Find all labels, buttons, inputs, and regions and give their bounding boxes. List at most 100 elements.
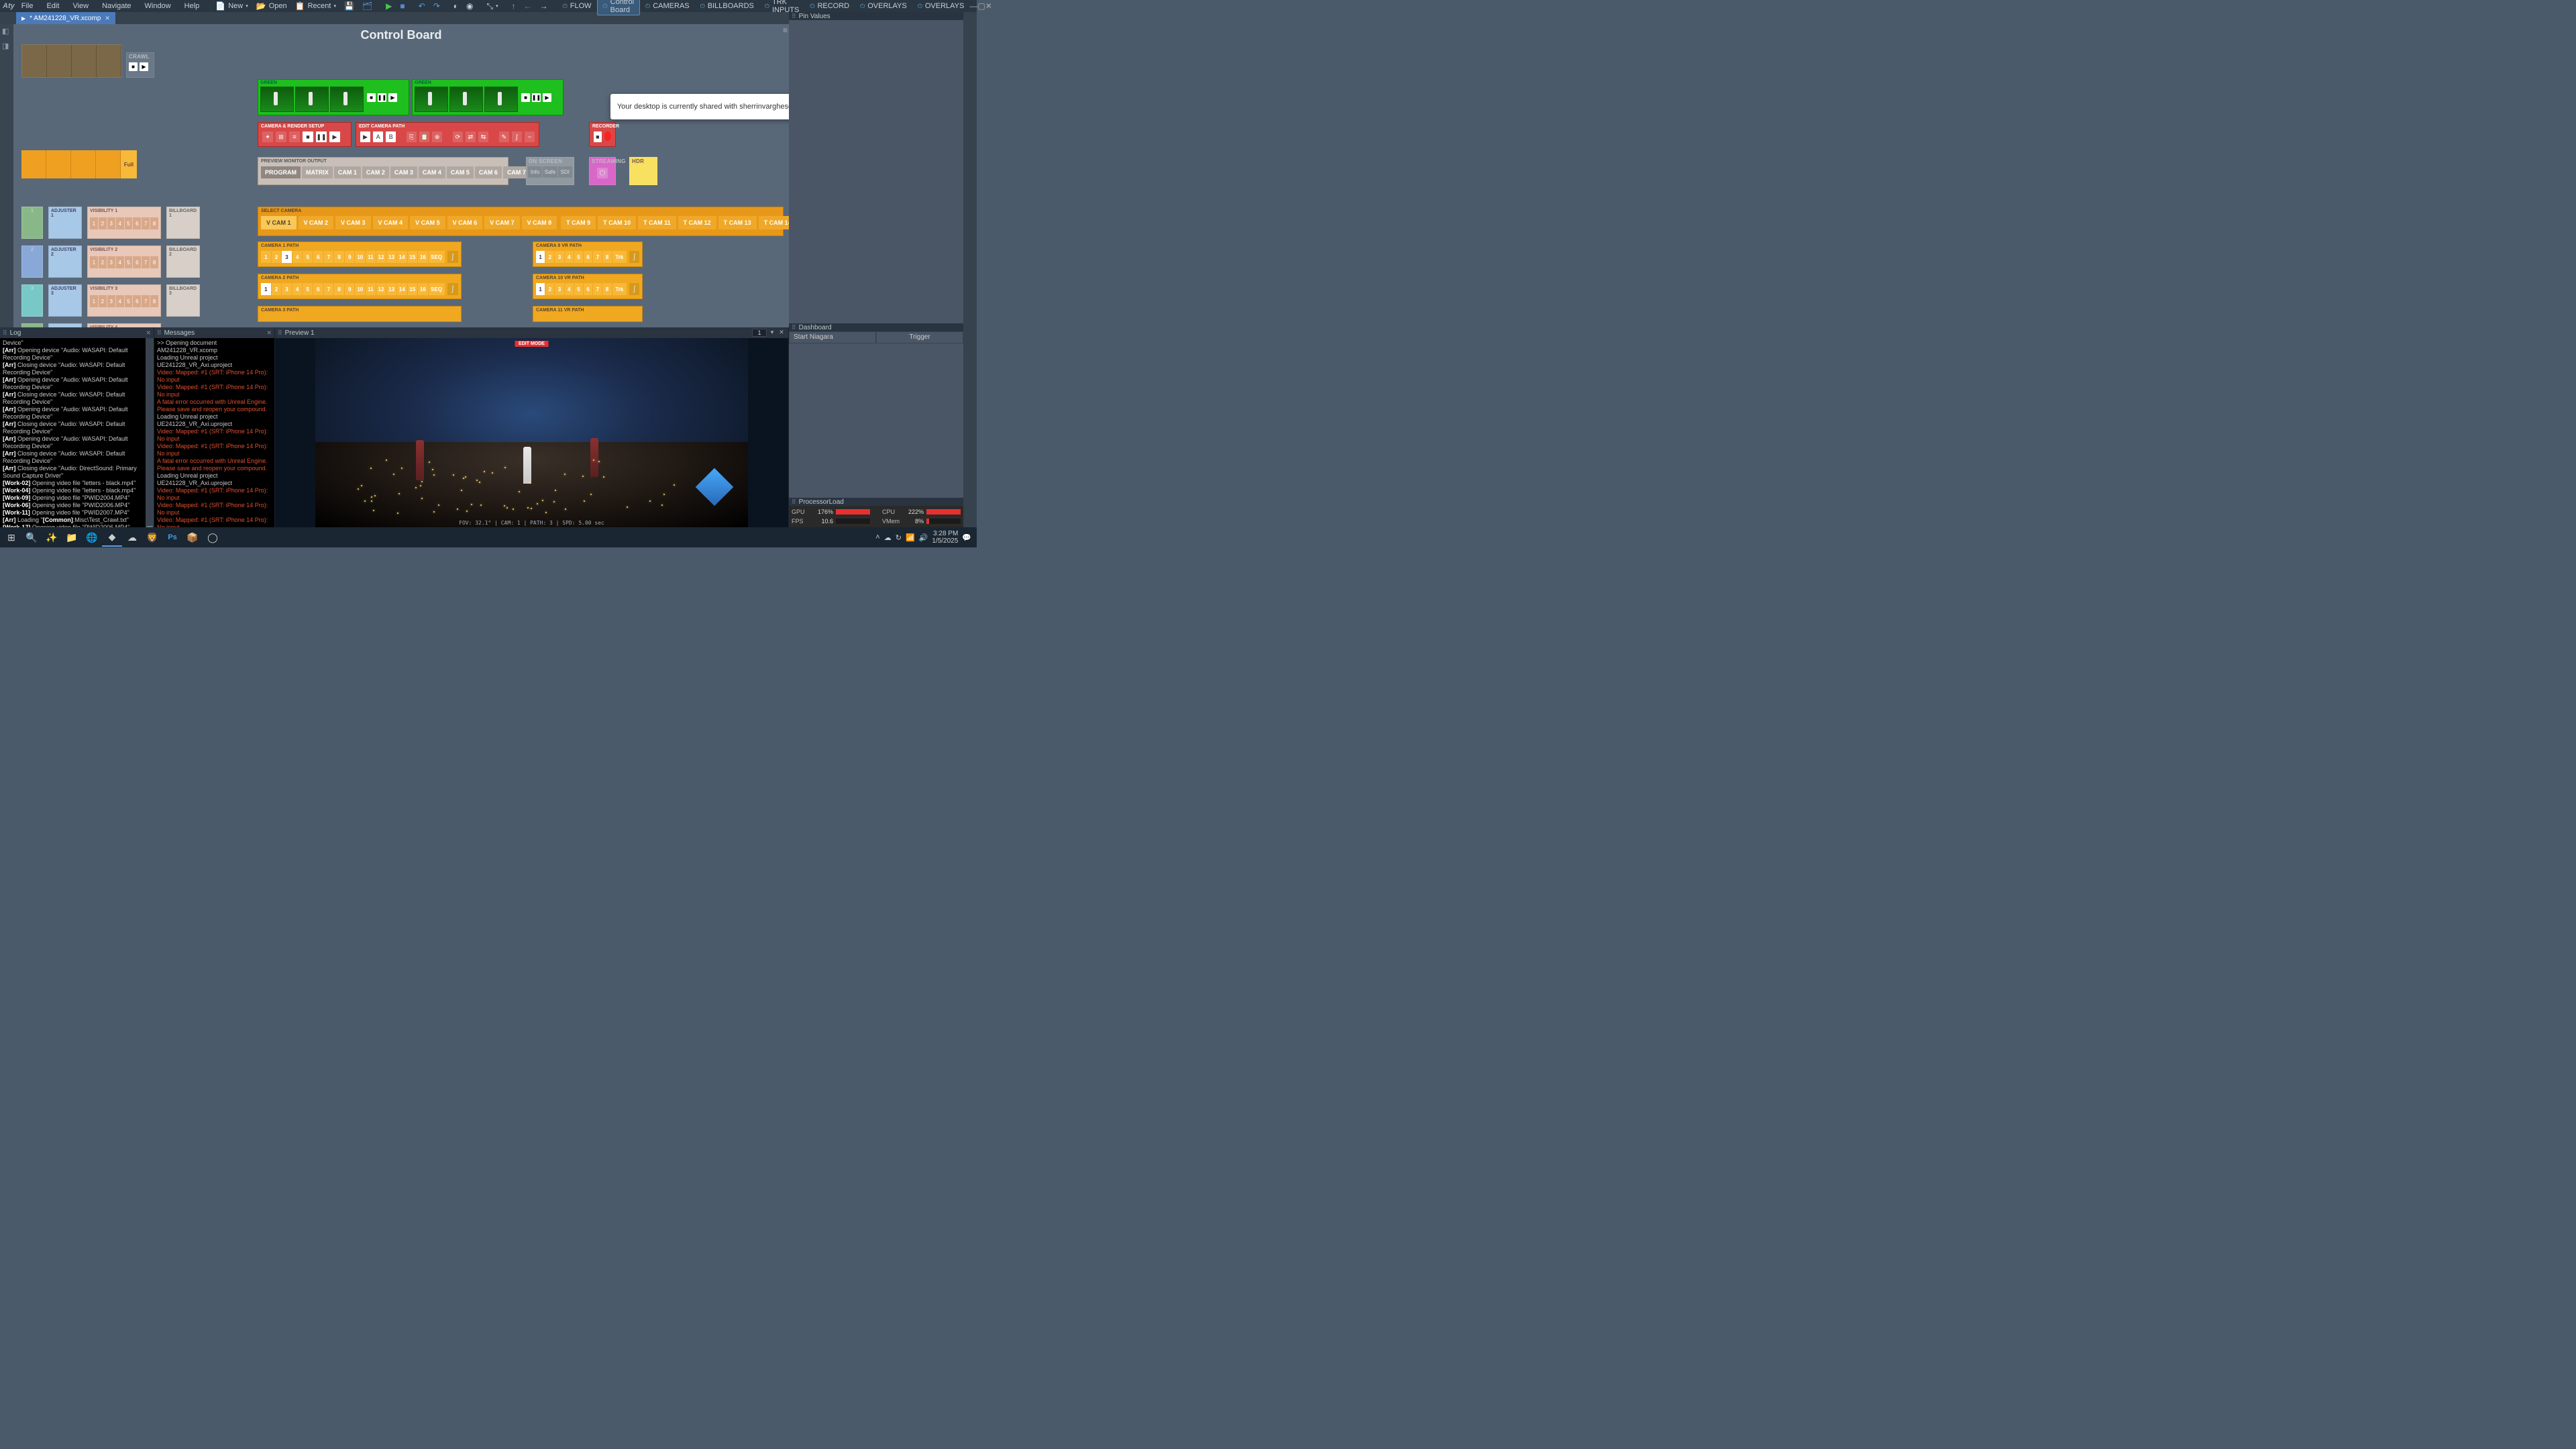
menu-navigate[interactable]: Navigate bbox=[95, 2, 138, 10]
tray-wifi[interactable]: 📶 bbox=[906, 533, 915, 542]
edit-delete[interactable]: ⊗ bbox=[432, 131, 442, 142]
window-minimize[interactable]: — bbox=[969, 1, 977, 11]
tool-save[interactable]: 💾 bbox=[340, 1, 358, 11]
menu-window[interactable]: Window bbox=[138, 2, 178, 10]
tool-save-all[interactable]: 🗂 bbox=[358, 1, 376, 11]
rec-stop[interactable]: ■ bbox=[594, 131, 602, 142]
path-7[interactable]: 7 bbox=[593, 251, 602, 263]
vis-num-2[interactable]: 2 bbox=[99, 256, 107, 268]
brown-slot[interactable] bbox=[22, 45, 47, 77]
path-6[interactable]: 6 bbox=[584, 283, 592, 295]
menu-view[interactable]: View bbox=[66, 2, 95, 10]
adj-a[interactable]: 1 bbox=[21, 207, 43, 239]
full-slot[interactable] bbox=[96, 150, 121, 178]
preview-dropdown[interactable]: ▾ bbox=[768, 329, 776, 337]
tab-billboards[interactable]: ⏻BILLBOARDS bbox=[695, 1, 759, 11]
trigger-button[interactable]: Trigger bbox=[876, 331, 963, 343]
path-4[interactable]: 4 bbox=[292, 251, 303, 263]
tool-misc1[interactable]: ◐ bbox=[449, 1, 462, 11]
path-5[interactable]: 5 bbox=[303, 283, 313, 295]
log-header[interactable]: ⠿Log✕ bbox=[0, 327, 154, 338]
chrome-icon[interactable]: 🌐 bbox=[82, 528, 102, 547]
path-curve-icon[interactable]: ∫ bbox=[447, 251, 458, 263]
path-9[interactable]: 9 bbox=[345, 251, 355, 263]
cam-tool-1[interactable]: ✦ bbox=[262, 131, 273, 142]
path-11[interactable]: 11 bbox=[366, 251, 376, 263]
vis-num-5[interactable]: 5 bbox=[125, 217, 133, 229]
billboard-3[interactable]: BILLBOARD 3 bbox=[166, 284, 200, 317]
tool-nav-back[interactable]: ← bbox=[520, 1, 536, 11]
search-button[interactable]: 🔍 bbox=[21, 528, 42, 547]
edit-curve-1[interactable]: ∫ bbox=[512, 131, 522, 142]
tool-play[interactable]: ▶ bbox=[382, 1, 396, 11]
green-play[interactable]: ▶ bbox=[543, 93, 551, 102]
preview-index[interactable] bbox=[752, 329, 767, 337]
pm-cam-2[interactable]: CAM 2 bbox=[362, 166, 389, 178]
billboard-2[interactable]: BILLBOARD 2 bbox=[166, 246, 200, 278]
window-close[interactable]: ✕ bbox=[985, 1, 992, 11]
vis-num-7[interactable]: 7 bbox=[142, 217, 150, 229]
log-body[interactable]: Device"[Arr] Opening device "Audio: WASA… bbox=[0, 338, 146, 547]
pm-cam-4[interactable]: CAM 4 bbox=[419, 166, 445, 178]
tray-chevron[interactable]: ˄ bbox=[875, 533, 879, 541]
adjuster-2[interactable]: ADJUSTER 2 bbox=[48, 246, 82, 278]
preview-header[interactable]: ⠿ Preview 1 ▾ ✕ bbox=[275, 327, 788, 338]
path-4[interactable]: 4 bbox=[565, 283, 574, 295]
vis-num-3[interactable]: 3 bbox=[107, 217, 115, 229]
path-6[interactable]: 6 bbox=[313, 251, 323, 263]
tcam-13[interactable]: T CAM 13 bbox=[718, 216, 757, 229]
menu-edit[interactable]: Edit bbox=[40, 2, 66, 10]
path-8[interactable]: 8 bbox=[334, 251, 344, 263]
tab-cameras[interactable]: ⏻CAMERAS bbox=[640, 1, 695, 11]
window-maximize[interactable]: ▢ bbox=[977, 1, 985, 11]
path-5[interactable]: 5 bbox=[574, 251, 583, 263]
vis-num-2[interactable]: 2 bbox=[99, 295, 107, 307]
document-tab[interactable]: ▶ * AM241228_VR.xcomp ✕ bbox=[16, 12, 115, 24]
vis-num-6[interactable]: 6 bbox=[133, 217, 141, 229]
vis-num-6[interactable]: 6 bbox=[133, 256, 141, 268]
tool-open[interactable]: 📂Open bbox=[252, 1, 291, 11]
path-16[interactable]: 16 bbox=[418, 283, 428, 295]
path-4[interactable]: 4 bbox=[565, 251, 574, 263]
app-icon-1[interactable]: ◆ bbox=[102, 528, 122, 547]
path-trk[interactable]: Trk bbox=[612, 283, 627, 295]
tab-control-board[interactable]: ⏻Control Board bbox=[597, 0, 641, 15]
path-1[interactable]: 1 bbox=[536, 283, 545, 295]
vcam-6[interactable]: V CAM 6 bbox=[447, 216, 483, 229]
green-thumb[interactable] bbox=[295, 87, 329, 112]
billboard-1[interactable]: BILLBOARD 1 bbox=[166, 207, 200, 239]
path-3[interactable]: 3 bbox=[555, 283, 564, 295]
explorer-icon[interactable]: 📁 bbox=[62, 528, 82, 547]
path-14[interactable]: 14 bbox=[397, 283, 407, 295]
path-7[interactable]: 7 bbox=[593, 283, 602, 295]
processor-load-header[interactable]: ⠿ProcessorLoad✕ bbox=[789, 498, 977, 506]
path-7[interactable]: 7 bbox=[324, 251, 334, 263]
close-icon[interactable]: ✕ bbox=[105, 15, 110, 22]
green-thumb[interactable] bbox=[260, 87, 294, 112]
path-3[interactable]: 3 bbox=[555, 251, 564, 263]
vis-num-3[interactable]: 3 bbox=[107, 295, 115, 307]
tcam-11[interactable]: T CAM 11 bbox=[638, 216, 676, 229]
path-15[interactable]: 15 bbox=[408, 251, 418, 263]
tcam-10[interactable]: T CAM 10 bbox=[598, 216, 636, 229]
tab-flow[interactable]: ⏻FLOW bbox=[557, 1, 597, 11]
path-3[interactable]: 3 bbox=[282, 251, 292, 263]
tab-overlays-1[interactable]: ⏻OVERLAYS bbox=[855, 1, 912, 11]
vis-num-1[interactable]: 1 bbox=[90, 295, 98, 307]
photoshop-icon[interactable]: Ps bbox=[162, 528, 182, 547]
path-curve-icon[interactable]: ∫ bbox=[447, 283, 458, 295]
vcam-7[interactable]: V CAM 7 bbox=[484, 216, 520, 229]
cam-stop[interactable]: ■ bbox=[303, 131, 313, 142]
vis-num-5[interactable]: 5 bbox=[125, 256, 133, 268]
tab-overlays-2[interactable]: ⏻OVERLAYS bbox=[912, 1, 970, 11]
sidebar-tool-1[interactable]: ◧ bbox=[2, 27, 11, 36]
path-curve-icon[interactable]: ∫ bbox=[629, 251, 639, 263]
pin-values-header[interactable]: ⠿Pin Values✕ bbox=[789, 12, 977, 20]
green-pause[interactable]: ❚❚ bbox=[378, 93, 386, 102]
full-slot[interactable] bbox=[21, 150, 46, 178]
crawl-play[interactable]: ▶ bbox=[140, 62, 148, 71]
tcam-12[interactable]: T CAM 12 bbox=[678, 216, 716, 229]
green-thumb[interactable] bbox=[330, 87, 364, 112]
tray-notifications[interactable]: 💬 bbox=[962, 533, 971, 542]
path-10[interactable]: 10 bbox=[355, 251, 365, 263]
